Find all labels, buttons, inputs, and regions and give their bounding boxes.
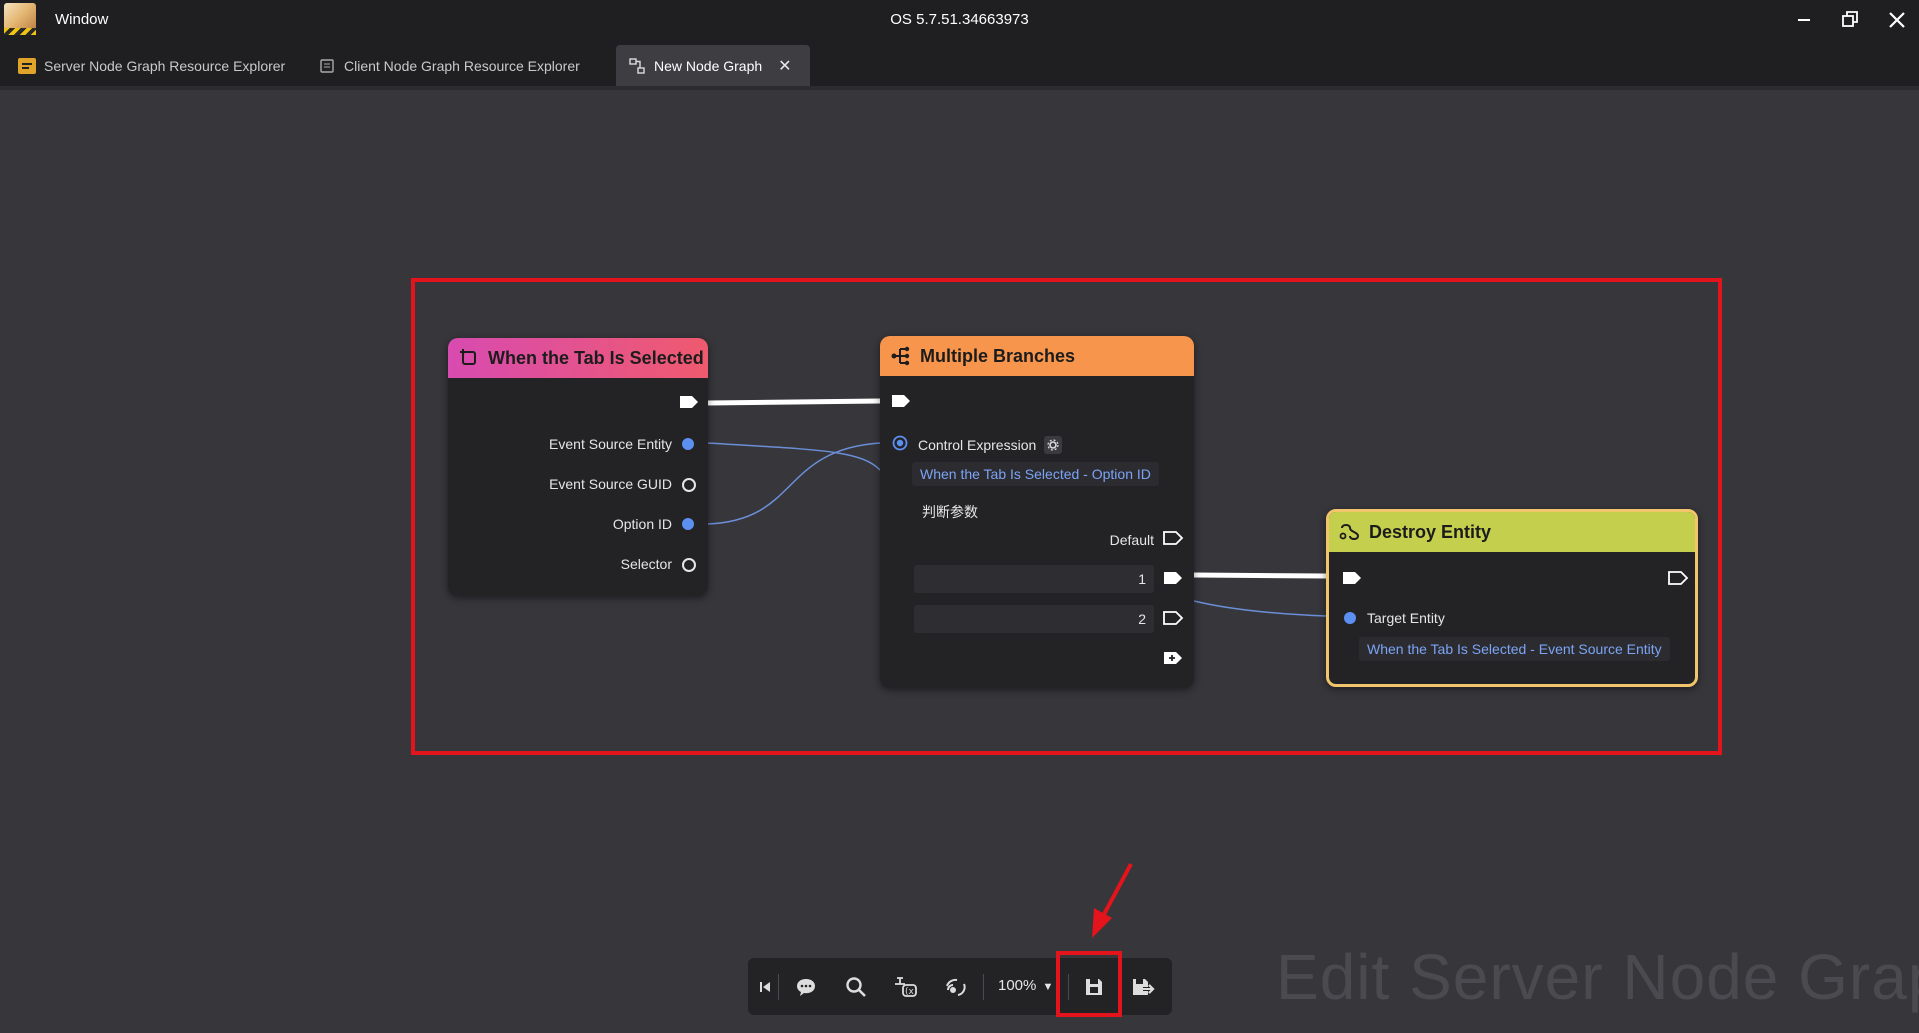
comment-icon[interactable]	[791, 972, 821, 1002]
signal-icon[interactable]	[941, 972, 971, 1002]
watermark: Edit Server Node Graph	[1276, 941, 1919, 1013]
zoom-value: 100%	[998, 977, 1037, 994]
variables-icon[interactable]: (x)	[891, 972, 921, 1002]
highlight-save-button	[1056, 951, 1122, 1017]
toolbar-separator	[983, 974, 984, 1000]
jump-to-start-icon[interactable]	[750, 972, 780, 1002]
highlight-graph-frame	[411, 278, 1722, 755]
svg-text:(x): (x)	[905, 987, 917, 997]
zoom-level[interactable]: 100% ▼	[998, 977, 1053, 994]
chevron-down-icon: ▼	[1042, 981, 1054, 993]
save-and-exit-icon[interactable]	[1128, 972, 1158, 1002]
search-icon[interactable]	[841, 972, 871, 1002]
toolbar-separator	[778, 974, 779, 1000]
